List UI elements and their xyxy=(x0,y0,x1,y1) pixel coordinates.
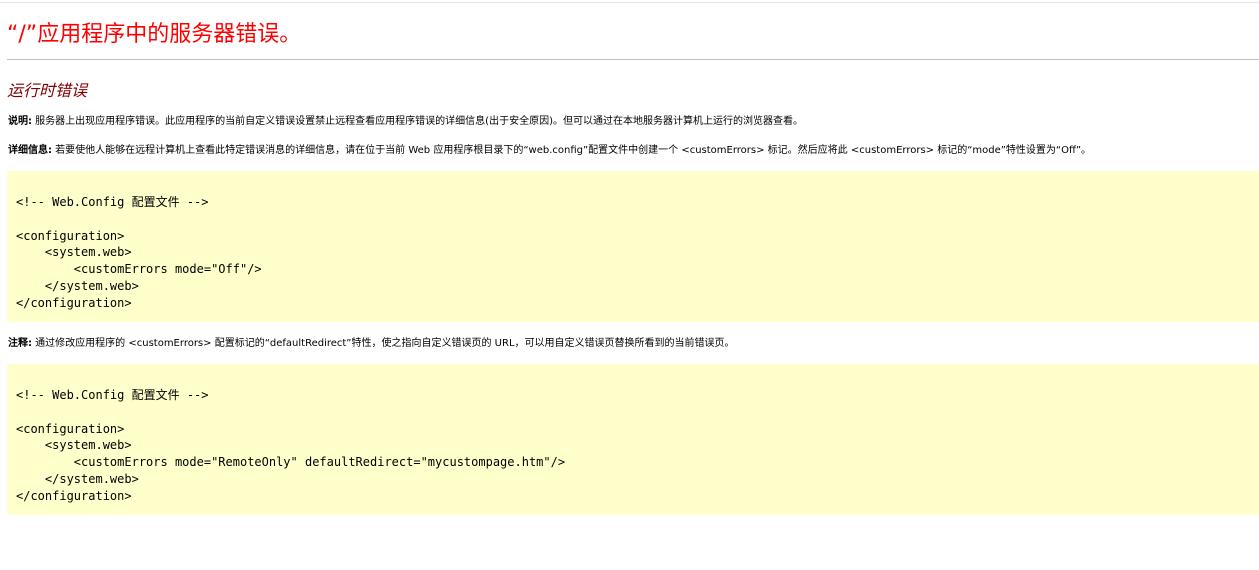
details-paragraph: 详细信息: 若要使他人能够在远程计算机上查看此特定错误消息的详细信息，请在位于当… xyxy=(8,144,1091,158)
details-text: 若要使他人能够在远程计算机上查看此特定错误消息的详细信息，请在位于当前 Web … xyxy=(52,145,1092,156)
error-subtitle: 运行时错误 xyxy=(7,81,88,100)
details-label: 详细信息: xyxy=(8,145,52,156)
title-divider xyxy=(7,59,1259,60)
note-paragraph: 注释: 通过修改应用程序的 <customErrors> 配置标记的“defau… xyxy=(8,337,735,351)
note-text: 通过修改应用程序的 <customErrors> 配置标记的“defaultRe… xyxy=(32,338,735,349)
page-title: “/”应用程序中的服务器错误。 xyxy=(7,22,302,47)
config-code-block-off: <!-- Web.Config 配置文件 --> <configuration>… xyxy=(7,171,1259,322)
description-paragraph: 说明: 服务器上出现应用程序错误。此应用程序的当前自定义错误设置禁止远程查看应用… xyxy=(8,115,803,129)
note-label: 注释: xyxy=(8,338,32,349)
description-label: 说明: xyxy=(8,116,32,127)
top-border xyxy=(0,2,1259,3)
config-code-block-remoteonly: <!-- Web.Config 配置文件 --> <configuration>… xyxy=(7,364,1259,515)
description-text: 服务器上出现应用程序错误。此应用程序的当前自定义错误设置禁止远程查看应用程序错误… xyxy=(32,116,803,127)
